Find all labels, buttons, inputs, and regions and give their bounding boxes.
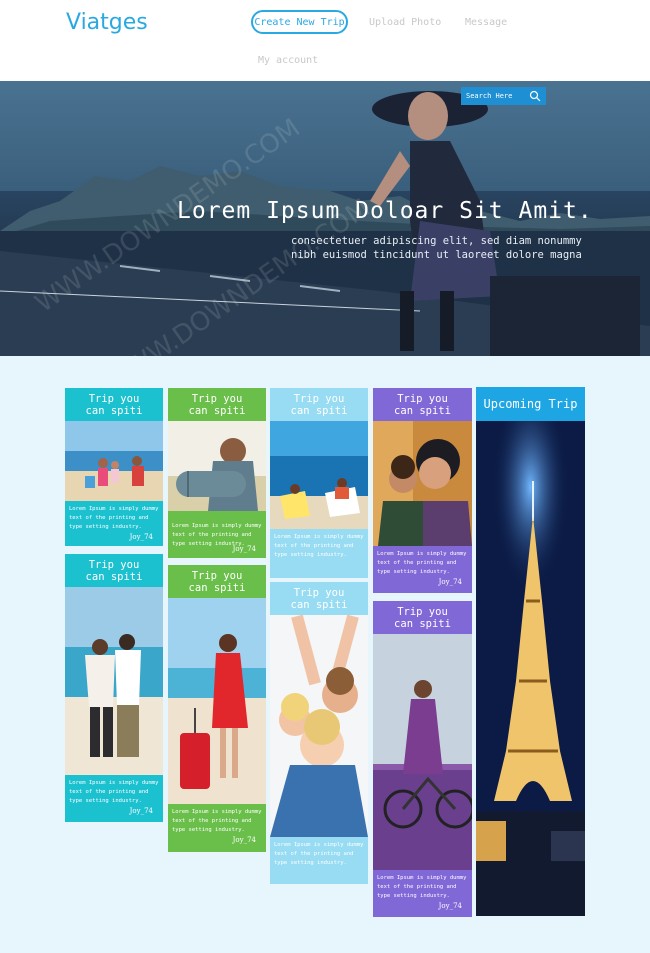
beach-chairs-image xyxy=(270,421,368,529)
hero-subtitle-line: nibh euismod tincidunt ut laoreet dolore… xyxy=(291,249,582,261)
nav-my-account[interactable]: My account xyxy=(258,55,318,66)
eiffel-tower-image xyxy=(476,421,585,916)
trip-card-text: text of the printing and xyxy=(172,532,252,538)
trip-card-footer: Lorem Ipsum is simply dummy text of the … xyxy=(373,870,472,917)
trip-card-title: Trip you can spiti xyxy=(85,558,143,583)
hero-banner: WWW.DOWNDEMO.COM WWW.DOWNDEMO.COM Lorem … xyxy=(0,81,650,356)
trip-card-text: text of the printing and xyxy=(69,515,149,521)
trip-card-author[interactable]: Joy_74 xyxy=(233,836,256,845)
trip-card-footer: Lorem Ipsum is simply dummy text of the … xyxy=(168,511,266,558)
trip-card[interactable]: Trip you can spiti Lorem Ipsum is simply… xyxy=(373,388,472,593)
trip-card-footer: Lorem Ipsum is simply dummy text of the … xyxy=(270,529,368,578)
trip-card-author[interactable]: Joy_74 xyxy=(233,545,256,554)
trip-card[interactable]: Trip you can spiti Lorem Ipsum is simply… xyxy=(270,582,368,884)
backpacker-image xyxy=(168,421,266,511)
couple-beach-image xyxy=(65,587,163,775)
trip-card-text: Lorem Ipsum is simply dummy xyxy=(274,534,364,540)
hero-title: Lorem Ipsum Doloar Sit Amit. xyxy=(177,198,593,224)
trip-card-text: Lorem Ipsum is simply dummy xyxy=(69,506,159,512)
trip-card-text: Lorem Ipsum is simply dummy xyxy=(172,523,262,529)
trip-card-title: Trip you can spiti xyxy=(290,586,348,611)
woman-suitcase-image xyxy=(168,598,266,804)
trip-card[interactable]: Trip you can spiti Lorem Ipsum is simply… xyxy=(270,388,368,578)
trip-card-footer: Lorem Ipsum is simply dummy text of the … xyxy=(373,546,472,593)
trip-card-author[interactable]: Joy_74 xyxy=(439,902,462,911)
trip-card-text: text of the printing and xyxy=(274,851,354,857)
trip-card-title: Trip you can spiti xyxy=(290,392,348,417)
search-input[interactable] xyxy=(466,92,526,100)
trip-card-text: text of the printing and xyxy=(274,543,354,549)
trip-card-text: type setting industry. xyxy=(69,524,142,530)
create-trip-button[interactable]: Create New Trip xyxy=(251,10,348,34)
top-header: Viatges Create New Trip Upload Photo Mes… xyxy=(0,0,650,81)
search-box[interactable] xyxy=(461,87,546,105)
trip-card-text: type setting industry. xyxy=(172,827,245,833)
trip-card-title: Trip you can spiti xyxy=(188,569,246,594)
upcoming-trip-title: Upcoming Trip xyxy=(476,387,585,421)
trip-card-text: Lorem Ipsum is simply dummy xyxy=(377,875,467,881)
trip-card-text: text of the printing and xyxy=(172,818,252,824)
trip-card-footer: Lorem Ipsum is simply dummy text of the … xyxy=(65,775,163,822)
hero-subtitle-line: consectetuer adipiscing elit, sed diam n… xyxy=(291,235,582,247)
trip-card[interactable]: Trip you can spiti Lorem Ipsum is simply… xyxy=(65,554,163,822)
trip-card-text: type setting industry. xyxy=(274,552,347,558)
woman-bicycle-image xyxy=(373,634,472,870)
trip-card-author[interactable]: Joy_74 xyxy=(439,578,462,587)
trip-card-text: type setting industry. xyxy=(69,798,142,804)
trip-card-text: Lorem Ipsum is simply dummy xyxy=(172,809,262,815)
trip-card[interactable]: Trip you can spiti Lorem Ipsum is simply… xyxy=(373,601,472,917)
trip-card-title: Trip you can spiti xyxy=(394,392,451,417)
trip-card[interactable]: Trip you can spiti Lorem Ipsum is simply… xyxy=(168,388,266,558)
trip-card-footer: Lorem Ipsum is simply dummy text of the … xyxy=(270,837,368,884)
trip-card-text: type setting industry. xyxy=(274,860,347,866)
trip-card-author[interactable]: Joy_74 xyxy=(130,807,153,816)
trip-card-text: Lorem Ipsum is simply dummy xyxy=(274,842,364,848)
trip-card-text: type setting industry. xyxy=(377,569,450,575)
family-beach-image xyxy=(65,421,163,501)
friends-cheering-image xyxy=(270,615,368,837)
trip-card[interactable]: Trip you can spiti Lorem Ipsum is simply… xyxy=(168,565,266,852)
search-icon[interactable] xyxy=(529,90,541,102)
trip-card-title: Trip you can spiti xyxy=(394,605,451,630)
couple-selfie-image xyxy=(373,421,472,546)
trip-card-footer: Lorem Ipsum is simply dummy text of the … xyxy=(168,804,266,852)
trip-card-author[interactable]: Joy_74 xyxy=(130,533,153,542)
hero-subtitle: consectetuer adipiscing elit, sed diam n… xyxy=(291,234,582,262)
trip-card-footer: Lorem Ipsum is simply dummy text of the … xyxy=(65,501,163,546)
upcoming-trip-panel[interactable]: Upcoming Trip xyxy=(476,387,585,916)
trip-card-title: Trip you can spiti xyxy=(85,392,143,417)
trip-card-text: text of the printing and xyxy=(377,884,457,890)
nav-message[interactable]: Message xyxy=(465,17,507,28)
nav-upload-photo[interactable]: Upload Photo xyxy=(369,17,441,28)
trip-card-title: Trip you can spiti xyxy=(188,392,246,417)
trip-card-text: Lorem Ipsum is simply dummy xyxy=(377,551,467,557)
trip-card[interactable]: Trip you can spiti Lorem Ipsum is simply… xyxy=(65,388,163,546)
trip-card-text: text of the printing and xyxy=(377,560,457,566)
trip-card-text: type setting industry. xyxy=(377,893,450,899)
trip-card-text: Lorem Ipsum is simply dummy xyxy=(69,780,159,786)
logo[interactable]: Viatges xyxy=(66,10,148,35)
trip-card-text: text of the printing and xyxy=(69,789,149,795)
